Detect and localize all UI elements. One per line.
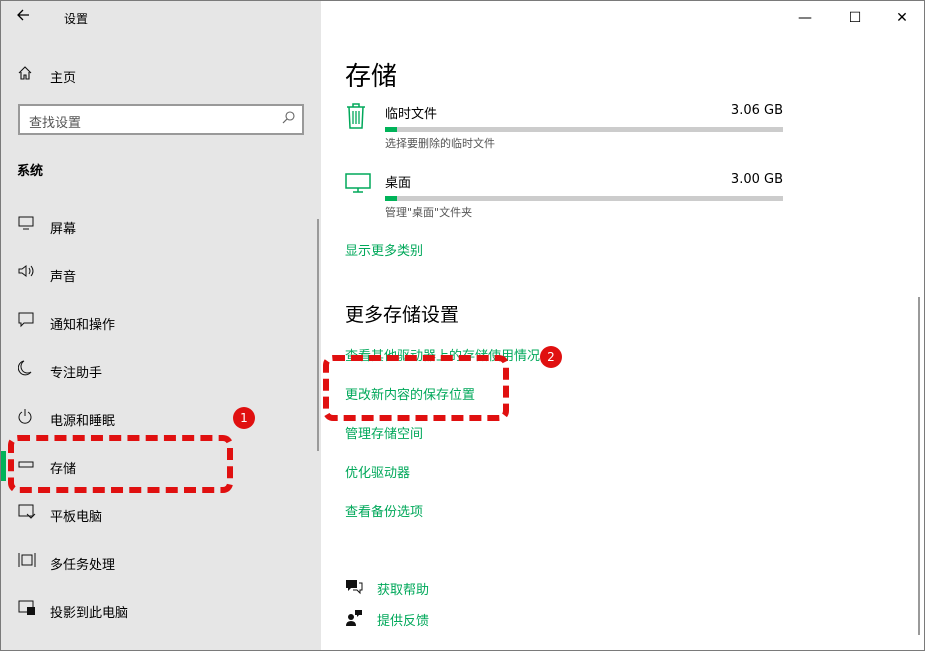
sidebar-item-label: 屏幕	[50, 222, 77, 237]
sidebar-item-focus-assist[interactable]: 专注助手	[1, 353, 317, 401]
storage-usage-fill	[385, 127, 397, 132]
sidebar-item-multitasking[interactable]: 多任务处理	[1, 545, 317, 593]
feedback-label: 提供反馈	[377, 614, 430, 629]
search-icon	[282, 110, 296, 128]
sidebar-item-sound[interactable]: 声音	[1, 257, 317, 305]
view-backup-options-link[interactable]: 查看备份选项	[345, 501, 423, 520]
monitor-icon	[18, 216, 38, 236]
feedback-link[interactable]: 提供反馈	[345, 609, 545, 631]
storage-usage-bar	[385, 127, 783, 132]
sidebar-scrollbar[interactable]	[317, 219, 319, 451]
storage-usage-bar	[385, 196, 783, 201]
close-button[interactable]: ✕	[888, 7, 916, 29]
storage-item-size: 3.00 GB	[730, 172, 783, 187]
power-icon	[18, 408, 38, 428]
annotation-box-save-location	[323, 355, 509, 421]
annotation-badge-2: 2	[540, 346, 562, 368]
get-help-label: 获取帮助	[377, 583, 430, 598]
annotation-badge-1: 1	[233, 407, 255, 429]
storage-usage-fill	[385, 196, 397, 201]
section-heading: 系统	[17, 164, 44, 179]
sidebar-item-label: 多任务处理	[50, 558, 116, 573]
sidebar-item-label: 专注助手	[50, 366, 103, 381]
desktop-icon	[345, 172, 371, 198]
settings-window: 设置 主页 查找设置 系统 屏幕 声音 通知和操作 专注助手 电源和睡眠 存储 …	[0, 0, 925, 651]
speaker-icon	[18, 264, 38, 284]
storage-item-desktop[interactable]: 桌面 3.00 GB 管理"桌面"文件夹	[321, 172, 801, 232]
sidebar-item-project[interactable]: 投影到此电脑	[1, 593, 317, 641]
sidebar-item-label: 声音	[50, 270, 77, 285]
multitask-icon	[18, 552, 38, 572]
storage-item-desc: 管理"桌面"文件夹	[385, 206, 473, 219]
storage-item-name: 临时文件	[385, 107, 438, 122]
sidebar: 设置 主页 查找设置 系统 屏幕 声音 通知和操作 专注助手 电源和睡眠 存储 …	[1, 1, 321, 650]
feedback-icon	[345, 609, 363, 627]
sidebar-item-label: 投影到此电脑	[50, 606, 129, 621]
sidebar-item-label: 通知和操作	[50, 318, 116, 333]
get-help-link[interactable]: 获取帮助	[345, 578, 545, 600]
maximize-button[interactable]: ☐	[841, 7, 869, 29]
notification-icon	[18, 312, 38, 332]
search-input[interactable]: 查找设置	[18, 104, 304, 135]
sidebar-item-tablet[interactable]: 平板电脑	[1, 497, 317, 545]
more-storage-settings-heading: 更多存储设置	[345, 304, 460, 326]
home-label: 主页	[50, 71, 77, 86]
home-icon	[17, 65, 33, 85]
search-placeholder: 查找设置	[29, 116, 82, 131]
sidebar-item-label: 平板电脑	[50, 510, 103, 525]
main-panel: — ☐ ✕ 存储 临时文件 3.06 GB 选择要删除的临时文件 桌面 3.00…	[321, 1, 924, 650]
trash-icon	[345, 103, 371, 129]
sidebar-item-home[interactable]: 主页	[17, 65, 307, 87]
tablet-icon	[18, 504, 38, 524]
annotation-box-storage	[8, 435, 233, 493]
sidebar-item-notifications[interactable]: 通知和操作	[1, 305, 317, 353]
storage-item-size: 3.06 GB	[730, 103, 783, 118]
sidebar-item-label: 电源和睡眠	[50, 414, 116, 429]
main-scrollbar[interactable]	[918, 297, 920, 635]
show-more-categories-link[interactable]: 显示更多类别	[345, 240, 423, 259]
project-icon	[18, 600, 38, 620]
storage-item-name: 桌面	[385, 176, 412, 191]
moon-icon	[17, 360, 38, 380]
help-chat-icon	[345, 578, 363, 596]
manage-storage-spaces-link[interactable]: 管理存储空间	[345, 423, 423, 442]
sidebar-nav: 屏幕 声音 通知和操作 专注助手 电源和睡眠 存储 平板电脑 多任务处理 投影到…	[1, 209, 317, 641]
storage-item-desc: 选择要删除的临时文件	[385, 137, 495, 150]
app-title: 设置	[64, 12, 89, 26]
optimize-drives-link[interactable]: 优化驱动器	[345, 462, 410, 481]
sidebar-item-display[interactable]: 屏幕	[1, 209, 317, 257]
page-title: 存储	[345, 62, 398, 92]
storage-item-temp-files[interactable]: 临时文件 3.06 GB 选择要删除的临时文件	[321, 103, 801, 163]
minimize-button[interactable]: —	[791, 7, 819, 29]
back-arrow-icon[interactable]	[15, 7, 37, 29]
